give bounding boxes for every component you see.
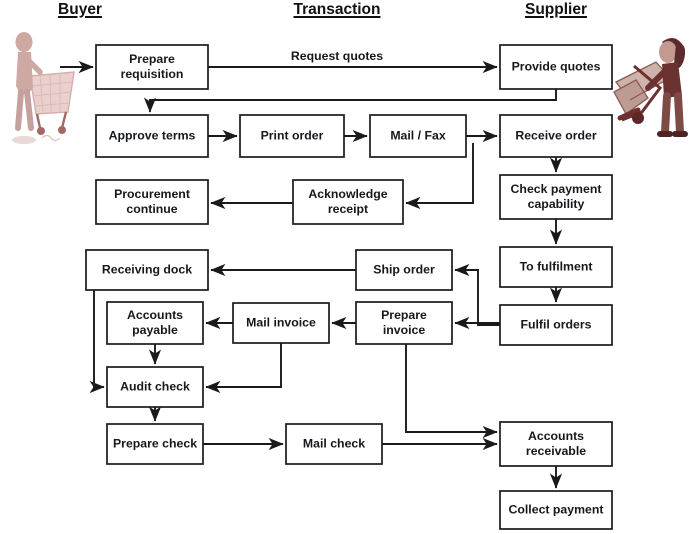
node-check-payment-capability[interactable]: Check paymentcapability: [499, 174, 613, 220]
request-quotes-label: Request quotes: [291, 49, 383, 63]
connector-prepare-invoice-to-accounts-receivable: [405, 344, 498, 439]
node-receive-order[interactable]: Receive order: [499, 114, 613, 158]
node-audit-check[interactable]: Audit check: [106, 366, 204, 408]
node-label-receive-order: Receive order: [515, 128, 597, 142]
node-label-prepare-requisition: requisition: [121, 67, 184, 81]
node-label-check-payment-capability: capability: [528, 197, 585, 211]
node-label-prepare-invoice: Prepare: [381, 308, 427, 322]
process-node-layer: PreparerequisitionProvide quotesApprove …: [85, 44, 613, 530]
node-prepare-check[interactable]: Prepare check: [106, 423, 204, 465]
node-label-collect-payment: Collect payment: [509, 502, 604, 516]
node-label-check-payment-capability: Check payment: [511, 182, 602, 196]
node-label-accounts-receivable: Accounts: [528, 429, 584, 443]
node-label-provide-quotes: Provide quotes: [512, 59, 601, 73]
node-label-to-fulfilment: To fulfilment: [520, 259, 593, 273]
node-label-approve-terms: Approve terms: [109, 128, 196, 142]
node-label-print-order: Print order: [261, 128, 324, 142]
node-label-accounts-payable: Accounts: [127, 308, 183, 322]
flowchart-page: Buyer Transaction Supplier Request quote…: [0, 0, 700, 534]
node-label-prepare-invoice: invoice: [383, 323, 426, 337]
node-to-fulfilment[interactable]: To fulfilment: [499, 246, 613, 288]
node-accounts-payable[interactable]: Accountspayable: [106, 301, 204, 345]
node-receiving-dock[interactable]: Receiving dock: [85, 249, 209, 291]
connector-mail-invoice-to-audit-check: [205, 343, 282, 394]
node-label-accounts-receivable: receivable: [526, 444, 586, 458]
node-label-receiving-dock: Receiving dock: [102, 262, 192, 276]
node-label-procurement-continue: continue: [126, 202, 177, 216]
node-provide-quotes[interactable]: Provide quotes: [499, 44, 613, 90]
node-label-mail-invoice: Mail invoice: [246, 315, 316, 329]
node-accounts-receivable[interactable]: Accountsreceivable: [499, 421, 613, 467]
node-mail-fax[interactable]: Mail / Fax: [369, 114, 467, 158]
node-fulfil-orders[interactable]: Fulfil orders: [499, 304, 613, 346]
node-label-accounts-payable: payable: [132, 323, 178, 337]
node-print-order[interactable]: Print order: [239, 114, 345, 158]
node-label-procurement-continue: Procurement: [114, 187, 190, 201]
node-prepare-requisition[interactable]: Preparerequisition: [95, 44, 209, 90]
node-label-prepare-requisition: Prepare: [129, 52, 175, 66]
node-acknowledge-receipt[interactable]: Acknowledgereceipt: [292, 179, 404, 225]
node-label-acknowledge-receipt: Acknowledge: [308, 187, 387, 201]
connector-provide-quotes-to-approve-terms: [143, 89, 557, 113]
node-label-fulfil-orders: Fulfil orders: [520, 317, 591, 331]
node-collect-payment[interactable]: Collect payment: [499, 490, 613, 530]
node-approve-terms[interactable]: Approve terms: [95, 114, 209, 158]
node-prepare-invoice[interactable]: Prepareinvoice: [355, 301, 453, 345]
connector-receiving-dock-to-audit-check: [89, 290, 105, 394]
node-mail-check[interactable]: Mail check: [285, 423, 383, 465]
node-procurement-continue[interactable]: Procurementcontinue: [95, 179, 209, 225]
node-label-prepare-check: Prepare check: [113, 436, 197, 450]
node-label-acknowledge-receipt: receipt: [328, 202, 368, 216]
flowchart-svg: Request quotes PreparerequisitionProvide…: [60, 44, 613, 530]
connector-label-layer: Request quotes: [291, 49, 383, 63]
node-label-mail-check: Mail check: [303, 436, 365, 450]
node-label-ship-order: Ship order: [373, 262, 435, 276]
node-label-audit-check: Audit check: [120, 379, 190, 393]
node-label-mail-fax: Mail / Fax: [390, 128, 446, 142]
node-ship-order[interactable]: Ship order: [355, 249, 453, 291]
connector-fulfil-orders-to-ship-order: [454, 263, 500, 326]
node-mail-invoice[interactable]: Mail invoice: [232, 302, 330, 344]
